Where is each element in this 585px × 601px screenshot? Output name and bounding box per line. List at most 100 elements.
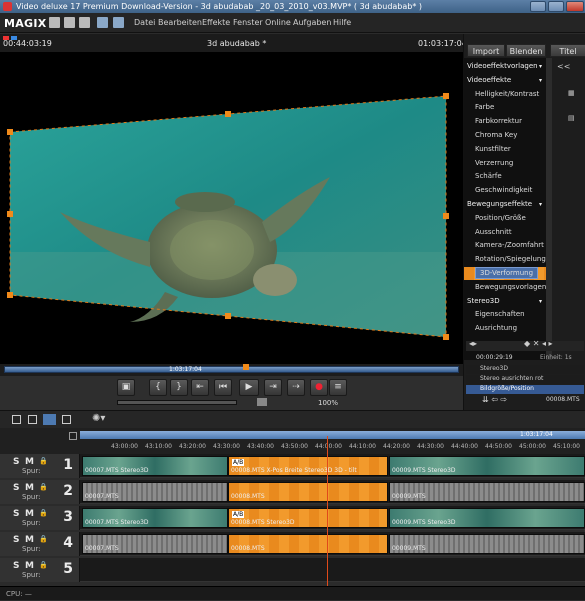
effects-category[interactable]: Videoeffekte ▾ (464, 74, 546, 87)
menu-effekte[interactable]: Effekte (202, 18, 230, 27)
effects-item[interactable]: Chroma Key (464, 129, 546, 142)
keyframe-buttons-icon[interactable]: ◆ ✕ ◂ ▸ (524, 339, 553, 348)
next-marker-button[interactable]: ⇥ (264, 379, 282, 396)
effects-item[interactable]: 3D-Verformung (464, 267, 546, 280)
scrubber-track[interactable] (4, 366, 459, 373)
effects-item[interactable]: Eigenschaften (464, 308, 546, 321)
timeline-clip[interactable]: 00009.MTS (389, 534, 585, 554)
collapse-icon[interactable]: << (557, 62, 570, 71)
expand-arrow-icon[interactable]: ▾ (539, 74, 542, 87)
effects-item[interactable]: Ausschnitt (464, 226, 546, 239)
timeline-view-icon[interactable] (12, 415, 21, 424)
menu-datei[interactable]: Datei (134, 18, 155, 27)
position-scrubber[interactable]: 1:03:17:04 (0, 364, 463, 376)
effects-item[interactable]: Bewegungsvorlagen (464, 281, 546, 294)
track-view-icon[interactable] (43, 414, 56, 425)
new-file-icon[interactable] (49, 17, 60, 28)
lock-icon[interactable]: 🔒 (39, 535, 48, 543)
timeline-clip[interactable]: 00007.MTS Stereo3D (82, 508, 228, 528)
minimize-button[interactable] (530, 1, 546, 12)
effects-item[interactable]: Ausrichtung (464, 322, 546, 335)
effects-category[interactable]: Videoeffektvorlagen ▾ (464, 60, 546, 73)
effects-scrollbar[interactable] (546, 58, 552, 360)
lock-icon[interactable]: 🔒 (39, 483, 48, 491)
solo-button[interactable]: S (13, 483, 19, 493)
timeline-clip[interactable]: 00007.MTS (82, 482, 228, 502)
lock-icon[interactable]: 🔒 (39, 509, 48, 517)
mute-button[interactable]: M (25, 457, 34, 467)
mute-button[interactable]: M (25, 561, 34, 571)
selected-clip[interactable]: 00008.MTS X-Pos Breite Stereo3D 3D - til… (228, 456, 388, 476)
video-frame[interactable] (0, 52, 463, 364)
save-icon[interactable] (79, 17, 90, 28)
side-icon-2[interactable]: ▤ (568, 114, 575, 122)
playhead-marker-icon[interactable] (243, 364, 249, 370)
selected-clip[interactable]: 00008.MTS Stereo3D A/B (228, 508, 388, 528)
range-bar[interactable] (80, 431, 585, 439)
keyframe-nav-icon[interactable]: ◂▸ (469, 339, 477, 348)
close-button[interactable] (566, 1, 584, 12)
menu-bearbeiten[interactable]: Bearbeiten (158, 18, 202, 27)
mute-button[interactable]: M (25, 535, 34, 545)
side-icon-1[interactable]: ▦ (568, 89, 575, 97)
effects-item[interactable]: Rotation/Spiegelung (464, 253, 546, 266)
timeline-clip[interactable]: 00007.MTS (82, 534, 228, 554)
effects-item[interactable]: Kamera-/Zoomfahrt (464, 239, 546, 252)
solo-button[interactable]: S (13, 509, 19, 519)
param-row-selected[interactable]: Bildgröße/Position (466, 385, 584, 394)
prev-marker-button[interactable]: ⇤ (191, 379, 209, 396)
mixer-view-icon[interactable] (62, 415, 71, 424)
set-out-button[interactable]: } (170, 379, 188, 396)
tab-titel[interactable]: Titel (550, 44, 585, 57)
panel-nav-icons[interactable]: ⇊ ⇦ ⇨ (482, 395, 507, 404)
effects-item[interactable]: Helligkeit/Kontrast (464, 88, 546, 101)
undo-icon[interactable] (97, 17, 108, 28)
effects-item[interactable]: Kunstfilter (464, 143, 546, 156)
menu-fenster[interactable]: Fenster (233, 18, 263, 27)
timeline-ruler[interactable]: 1:03:17:04 43:00:00 43:10:00 43:20:00 43:30… (0, 428, 585, 454)
go-start-button[interactable]: ⏮ (214, 379, 232, 396)
solo-button[interactable]: S (13, 457, 19, 467)
effects-category[interactable]: Stereo3D ▾ (464, 295, 546, 308)
effects-item[interactable]: Verzerrung (464, 157, 546, 170)
timeline-clip[interactable]: 00009.MTS Stereo3D (389, 456, 585, 476)
expand-arrow-icon[interactable]: ▾ (539, 198, 542, 211)
expand-arrow-icon[interactable]: ▾ (539, 295, 542, 308)
effects-item[interactable]: Farbe (464, 101, 546, 114)
solo-button[interactable]: S (13, 561, 19, 571)
timeline-clip[interactable]: 00009.MTS Stereo3D (389, 508, 585, 528)
mute-button[interactable]: M (25, 509, 34, 519)
effects-item[interactable]: Geschwindigkeit (464, 184, 546, 197)
menu-online[interactable]: Online (265, 18, 291, 27)
playhead-line[interactable] (327, 436, 328, 586)
timeline-clip[interactable]: 00007.MTS Stereo3D (82, 456, 228, 476)
mute-button[interactable]: M (25, 483, 34, 493)
shuttle-slider[interactable] (117, 400, 237, 405)
effects-item[interactable]: Farbkorrektur (464, 115, 546, 128)
timeline-clip[interactable]: 00009.MTS (389, 482, 585, 502)
ruler-menu-icon[interactable] (69, 432, 77, 440)
maximize-button[interactable] (548, 1, 564, 12)
lock-icon[interactable]: 🔒 (39, 457, 48, 465)
storyboard-view-icon[interactable] (28, 415, 37, 424)
tab-import[interactable]: Import (467, 44, 505, 57)
play-button[interactable]: ▶ (239, 379, 259, 396)
zoom-slider-handle[interactable] (257, 398, 267, 406)
open-folder-icon[interactable] (64, 17, 75, 28)
menu-aufgaben[interactable]: Aufgaben (293, 18, 331, 27)
record-button[interactable]: ● (310, 379, 328, 396)
param-row[interactable]: Stereo ausrichten rot (466, 375, 584, 384)
menu-list-button[interactable]: ≡ (329, 379, 347, 396)
snapshot-button[interactable]: ▣ (117, 379, 135, 396)
lock-icon[interactable]: 🔒 (39, 561, 48, 569)
set-in-button[interactable]: { (149, 379, 167, 396)
solo-button[interactable]: S (13, 535, 19, 545)
param-row[interactable]: Stereo3D (466, 365, 584, 374)
selected-clip[interactable]: 00008.MTS (228, 534, 388, 554)
selected-clip[interactable]: 00008.MTS (228, 482, 388, 502)
tab-blenden[interactable]: Blenden (506, 44, 546, 57)
effects-item[interactable]: Schärfe (464, 170, 546, 183)
effects-category[interactable]: Bewegungseffekte ▾ (464, 198, 546, 211)
expand-arrow-icon[interactable]: ▾ (539, 60, 542, 73)
go-end-button[interactable]: ⇢ (287, 379, 305, 396)
